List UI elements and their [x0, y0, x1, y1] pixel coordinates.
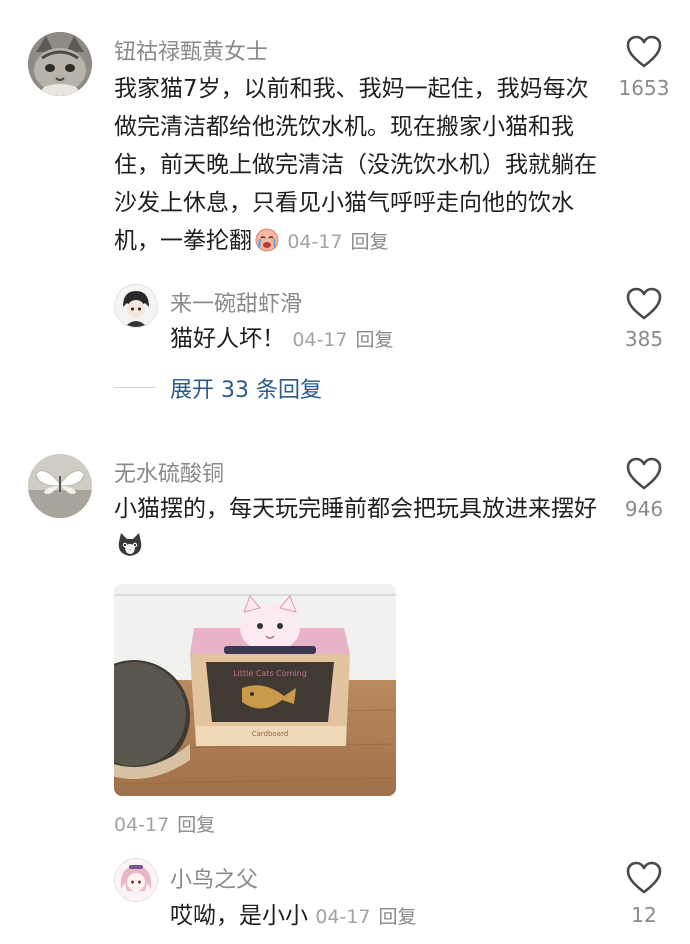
svg-text:Cardboard: Cardboard	[252, 730, 289, 738]
comment-date: 04-17	[114, 814, 170, 836]
like-count: 385	[624, 327, 664, 351]
comment-text-content: 我家猫7岁，以前和我、我妈一起住，我妈每次做完清洁都给他洗饮水机。现在搬家小猫和…	[114, 76, 597, 254]
reply-text-content: 猫好人坏！	[170, 326, 285, 352]
reply-meta: 04-17 回复	[315, 906, 416, 928]
comment-text-content: 小猫摆的，每天玩完睡前都会把玩具放进来摆好	[114, 496, 597, 522]
cat-face-emoji-icon	[116, 532, 144, 570]
comment-text: 小猫摆的，每天玩完睡前都会把玩具放进来摆好	[114, 490, 600, 570]
butterfly-avatar-icon	[28, 454, 92, 518]
reply-button[interactable]: 回复	[177, 814, 215, 836]
heart-outline-icon[interactable]	[624, 858, 664, 898]
cat-avatar-icon	[28, 32, 92, 96]
reply-text-content: 哎呦，是小小	[170, 903, 308, 929]
heart-outline-icon[interactable]	[624, 454, 664, 494]
anime-avatar-icon	[115, 285, 157, 327]
reply-avatar[interactable]	[114, 858, 158, 902]
comment-meta: 04-17 回复	[114, 810, 215, 837]
reply-username[interactable]: 来一碗甜虾滑	[170, 286, 302, 318]
expand-replies-button[interactable]: 展开 33 条回复	[170, 372, 322, 404]
reply-date: 04-17	[292, 329, 348, 351]
cat-toy-box-photo: Little Cats Coming Cardboard	[114, 584, 396, 796]
like-count: 1653	[618, 76, 670, 100]
reply-username[interactable]: 小鸟之父	[170, 862, 258, 894]
reply-button[interactable]: 回复	[379, 906, 417, 928]
reply-button[interactable]: 回复	[351, 231, 389, 253]
comment-username[interactable]: 无水硫酸铜	[114, 456, 224, 488]
avatar[interactable]	[28, 32, 92, 96]
reply-text: 哎呦，是小小 04-17 回复	[170, 897, 590, 936]
like-count: 946	[624, 497, 664, 521]
reply-date: 04-17	[315, 906, 371, 928]
crying-face-emoji-icon	[254, 226, 280, 264]
anime-girl-avatar-icon	[115, 859, 157, 901]
reply-text: 猫好人坏！ 04-17 回复	[170, 320, 590, 359]
like-count: 12	[631, 903, 657, 927]
comment-username[interactable]: 钮祜禄甄黄女士	[114, 34, 268, 66]
heart-outline-icon[interactable]	[624, 32, 664, 72]
reply-button[interactable]: 回复	[356, 329, 394, 351]
reply-meta: 04-17 回复	[292, 329, 393, 351]
avatar[interactable]	[28, 454, 92, 518]
expand-divider	[114, 387, 156, 388]
comment-date: 04-17	[287, 231, 343, 253]
svg-text:Little Cats Coming: Little Cats Coming	[233, 669, 307, 678]
heart-outline-icon[interactable]	[624, 284, 664, 324]
comment-meta: 04-17 回复	[287, 231, 388, 253]
comment-photo[interactable]: Little Cats Coming Cardboard	[114, 584, 396, 796]
comment-text: 我家猫7岁，以前和我、我妈一起住，我妈每次做完清洁都给他洗饮水机。现在搬家小猫和…	[114, 70, 600, 264]
reply-avatar[interactable]	[114, 284, 158, 328]
